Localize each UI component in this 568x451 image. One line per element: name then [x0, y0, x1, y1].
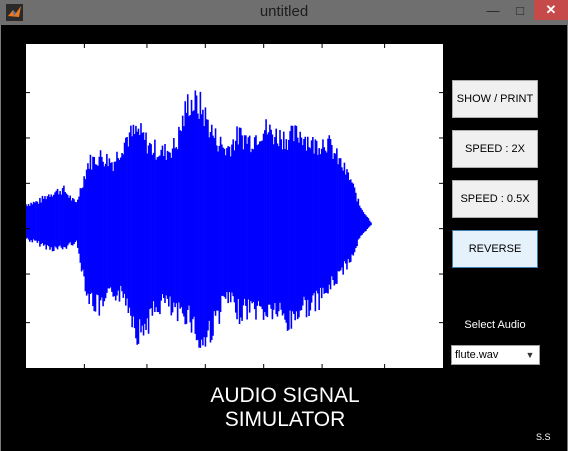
waveform-plot: [26, 44, 443, 368]
app-heading-line1: AUDIO SIGNAL: [210, 384, 360, 407]
audio-select-value: flute.wav: [455, 349, 499, 361]
author-credit: S.S: [536, 432, 551, 442]
select-audio-label: Select Audio: [464, 319, 526, 331]
app-heading: AUDIO SIGNAL SIMULATOR: [180, 384, 390, 432]
reverse-button[interactable]: REVERSE: [452, 230, 538, 268]
speed-2x-button[interactable]: SPEED : 2X: [452, 130, 538, 168]
app-heading-line2: SIMULATOR: [224, 408, 346, 431]
chevron-down-icon[interactable]: ▼: [523, 348, 537, 362]
close-icon[interactable]: ✕: [534, 0, 568, 20]
show-print-button[interactable]: SHOW / PRINT: [452, 80, 538, 118]
audio-select[interactable]: flute.wav ▼: [451, 345, 540, 365]
maximize-icon[interactable]: □: [507, 0, 533, 20]
waveform-axes: [26, 44, 443, 368]
minimize-icon[interactable]: —: [480, 0, 506, 20]
title-bar: untitled — □ ✕: [0, 0, 568, 25]
speed-half-button[interactable]: SPEED : 0.5X: [452, 180, 538, 218]
